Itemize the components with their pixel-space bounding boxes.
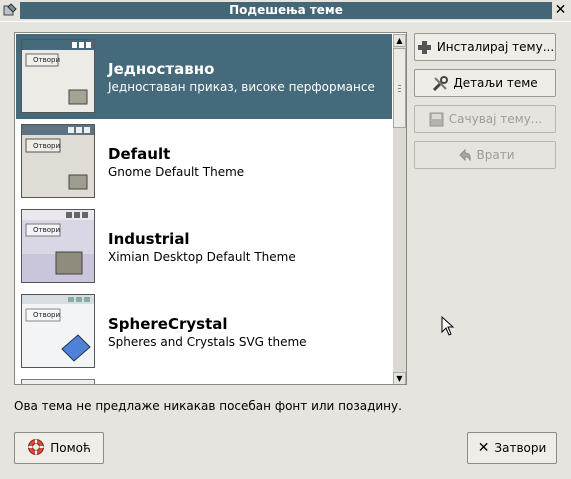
theme-description: Ximian Desktop Default Theme xyxy=(108,250,296,264)
theme-name: Једноставно xyxy=(108,60,215,78)
theme-thumbnail: Отвори xyxy=(21,209,95,283)
theme-thumbnail: Отвори xyxy=(21,294,95,368)
theme-details-button[interactable]: Детаљи теме xyxy=(414,69,556,97)
add-icon xyxy=(416,39,433,56)
install-theme-button[interactable]: Инсталирај тему... xyxy=(414,33,556,61)
save-theme-button[interactable]: Сачувај тему... xyxy=(414,105,556,133)
scrollbar-thumb[interactable] xyxy=(393,48,406,128)
theme-info-text: Ова тема не предлаже никакав посебан фон… xyxy=(14,399,402,413)
revert-button[interactable]: Врати xyxy=(414,141,556,169)
window-title: Подешења теме xyxy=(20,2,552,19)
theme-row-default[interactable]: Отвори Default Gnome Default Theme xyxy=(16,119,392,204)
thumb-label: Отвори xyxy=(33,226,60,234)
scroll-down-icon[interactable]: ▼ xyxy=(393,372,406,384)
close-label: Затвори xyxy=(494,441,547,455)
title-bar[interactable]: Подешења теме ✕ xyxy=(0,0,571,21)
theme-thumbnail: Отвори xyxy=(21,39,95,113)
lifebuoy-icon xyxy=(27,438,45,459)
close-icon: ✕ xyxy=(477,440,490,456)
help-label: Помоћ xyxy=(50,441,91,455)
help-button[interactable]: Помоћ xyxy=(14,432,104,464)
theme-row-spherecrystal[interactable]: Отвори SphereCrystal Spheres and Crystal… xyxy=(16,289,392,374)
save-theme-label: Сачувај тему... xyxy=(448,112,543,126)
install-theme-label: Инсталирај тему... xyxy=(436,40,555,54)
revert-icon xyxy=(456,147,473,164)
theme-name: Default xyxy=(108,145,171,163)
close-window-icon[interactable]: ✕ xyxy=(553,3,568,18)
theme-row-partial[interactable] xyxy=(16,374,392,384)
close-button[interactable]: ✕ Затвори xyxy=(467,432,557,464)
thumb-label: Отвори xyxy=(33,311,60,319)
divider xyxy=(0,21,571,22)
theme-thumbnail: Отвори xyxy=(21,124,95,198)
save-icon xyxy=(428,111,445,128)
theme-description: Gnome Default Theme xyxy=(108,165,245,179)
theme-description: Spheres and Crystals SVG theme xyxy=(108,335,307,349)
window-menu-icon[interactable] xyxy=(2,2,18,18)
theme-description: Једноставан приказ, високе перформансе xyxy=(108,80,375,94)
theme-row-simple[interactable]: Отвори Једноставно Једноставан приказ, в… xyxy=(16,34,392,119)
tools-icon xyxy=(432,75,449,92)
thumb-label: Отвори xyxy=(33,142,60,150)
scroll-up-icon[interactable]: ▲ xyxy=(393,34,406,47)
theme-name: Industrial xyxy=(108,230,190,248)
revert-label: Врати xyxy=(476,148,515,162)
theme-details-label: Детаљи теме xyxy=(453,76,538,90)
mouse-cursor-icon xyxy=(441,316,455,336)
theme-list[interactable]: Отвори Једноставно Једноставан приказ, в… xyxy=(14,32,407,385)
list-scrollbar[interactable]: ▲ ▼ xyxy=(393,34,406,384)
theme-thumbnail xyxy=(21,379,95,384)
theme-row-industrial[interactable]: Отвори Industrial Ximian Desktop Default… xyxy=(16,204,392,289)
thumb-label: Отвори xyxy=(33,56,60,64)
theme-name: SphereCrystal xyxy=(108,315,228,333)
